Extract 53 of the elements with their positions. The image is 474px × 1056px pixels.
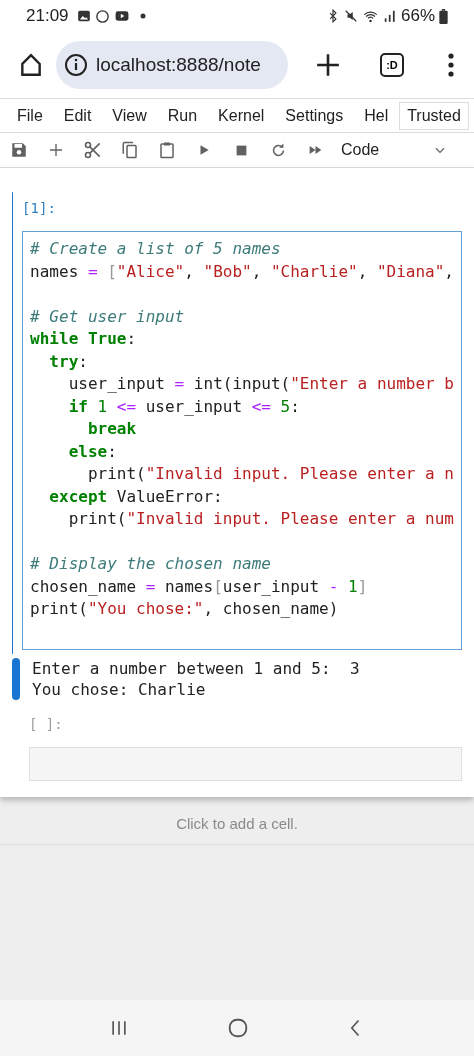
code-line: else: (67, 440, 117, 463)
menu-item[interactable]: Edit (63, 103, 92, 128)
code-line: print("Invalid input. Please enter a num (67, 508, 454, 530)
code-line: except ValueError: (48, 485, 223, 508)
output-bar (12, 657, 20, 700)
trusted-button[interactable]: Trusted (399, 101, 469, 130)
cell-type-dropdown[interactable]: Code (341, 135, 451, 165)
code-line: print("Invalid input. Please enter a n (86, 463, 454, 485)
mute-icon (343, 9, 358, 23)
menu-item[interactable]: File (17, 103, 43, 128)
home-icon (18, 52, 44, 78)
output-line: You chose: Charlie (32, 678, 207, 700)
plus-icon (315, 52, 341, 78)
gallery-icon (76, 9, 91, 23)
code-editor[interactable] (22, 231, 462, 650)
code-line: break (86, 418, 137, 440)
code-line: if 1 <= user_input <= 5: (67, 395, 300, 418)
stop-icon (234, 143, 248, 157)
url-text: localhost:8888/note (96, 52, 261, 77)
code-line: try: (48, 350, 88, 373)
dot-icon (139, 13, 146, 19)
menu-item[interactable]: View (112, 103, 147, 128)
menu-item[interactable]: Kernel (218, 103, 265, 128)
menu-item[interactable]: Settings (285, 103, 344, 128)
code-line: # Create a list of 5 names (30, 238, 281, 260)
output-line: Enter a number between 1 and 5: 3 (32, 657, 360, 679)
tab-switcher-button[interactable]: :D (380, 53, 404, 77)
menu-item[interactable]: Hel (364, 103, 389, 128)
cell-prompt: [1]: (22, 199, 57, 218)
code-line: # Get user input (30, 305, 185, 328)
address-bar[interactable]: localhost:8888/note (56, 41, 288, 89)
more-icon (448, 53, 454, 77)
clipboard-icon (158, 141, 176, 159)
signal-icon (382, 9, 397, 23)
home-button[interactable] (227, 1017, 249, 1039)
video-icon (113, 9, 130, 23)
info-icon (64, 53, 88, 77)
cell-prompt: [ ]: (29, 714, 64, 734)
scissors-icon (83, 140, 103, 160)
code-line: names = ["Alice", "Bob", "Charlie", "Diana", (30, 260, 454, 283)
save-icon (10, 141, 28, 159)
code-line: user_input = int(input("Enter a number b (67, 373, 454, 395)
more-menu-button[interactable] (446, 51, 456, 79)
menu-item[interactable]: Run (167, 103, 198, 128)
plus-icon (48, 142, 64, 158)
code-line: # Display the chosen name (30, 553, 271, 575)
battery-percent: 66% (400, 5, 435, 28)
battery-icon (439, 8, 448, 24)
status-time: 21:09 (26, 5, 69, 28)
code-line: print("You chose:", chosen_name) (30, 598, 339, 620)
code-line: while True: (30, 328, 137, 350)
code-line: chosen_name = names[user_input - 1] (30, 575, 368, 598)
copy-icon (121, 141, 139, 159)
